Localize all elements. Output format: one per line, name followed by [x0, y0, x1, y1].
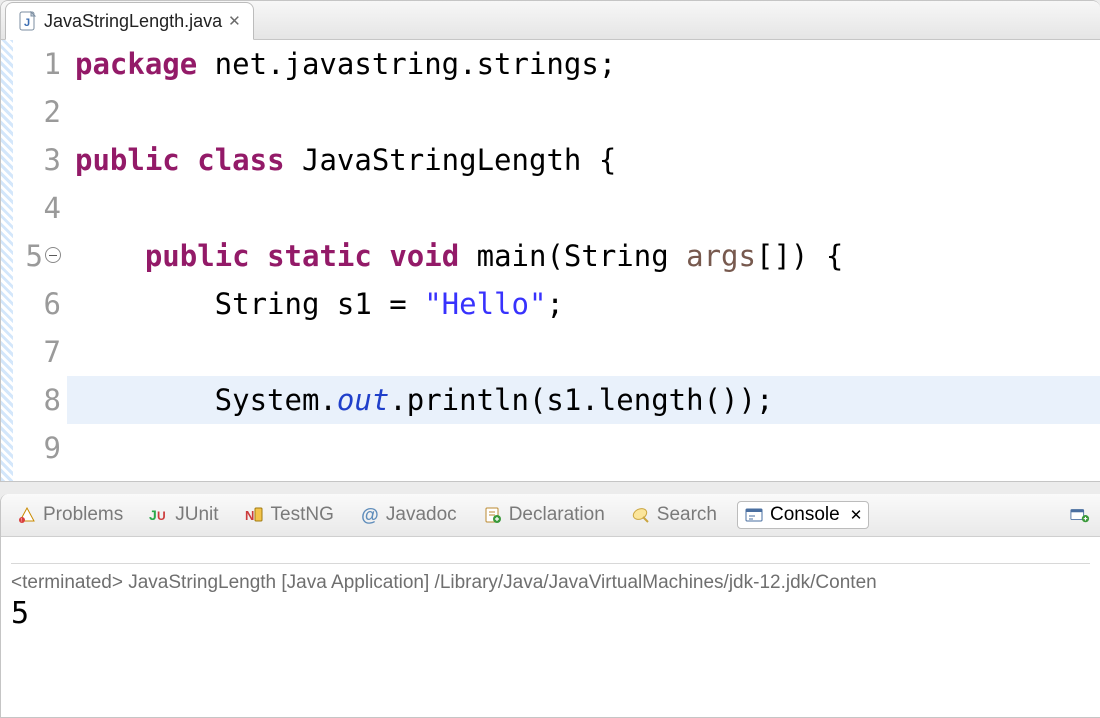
line-number: 3: [13, 136, 61, 184]
open-console-icon[interactable]: [1070, 505, 1090, 525]
tab-console[interactable]: Console ✕: [737, 501, 869, 529]
editor-tabbar: J JavaStringLength.java ✕: [1, 1, 1100, 40]
line-number: 7: [13, 328, 61, 376]
tab-label: Javadoc: [386, 504, 457, 526]
code-line[interactable]: package net.javastring.strings;: [67, 40, 1100, 88]
code-line[interactable]: public class JavaStringLength {: [67, 136, 1100, 184]
tab-label: Console: [770, 504, 840, 526]
editor-region: J JavaStringLength.java ✕ 1 2 3 4 5 6 7 …: [0, 0, 1100, 482]
tab-search[interactable]: Search: [625, 502, 723, 528]
bottom-tabbar: ! Problems JU JUnit N TestNG @ Javadoc: [1, 494, 1100, 537]
tab-label: Declaration: [509, 504, 605, 526]
code-line[interactable]: System.out.println(s1.length());: [67, 376, 1100, 424]
bottom-panel: ! Problems JU JUnit N TestNG @ Javadoc: [0, 494, 1100, 718]
tab-label: JUnit: [175, 504, 218, 526]
fold-collapse-icon[interactable]: [45, 247, 61, 263]
search-icon: [631, 505, 651, 525]
code-line[interactable]: String s1 = "Hello";: [67, 280, 1100, 328]
line-number: 8: [13, 376, 61, 424]
fold-strip: [1, 40, 13, 481]
panel-actions: [1070, 505, 1090, 525]
code-line[interactable]: [67, 424, 1100, 472]
code-body[interactable]: package net.javastring.strings; public c…: [67, 40, 1100, 481]
console-body[interactable]: <terminated> JavaStringLength [Java Appl…: [1, 537, 1100, 717]
line-number-gutter: 1 2 3 4 5 6 7 8 9: [13, 40, 67, 481]
declaration-icon: [483, 505, 503, 525]
close-icon[interactable]: ✕: [228, 12, 241, 30]
problems-icon: !: [17, 505, 37, 525]
close-icon[interactable]: ✕: [850, 506, 863, 524]
tab-problems[interactable]: ! Problems: [11, 502, 129, 528]
editor-tab-filename: JavaStringLength.java: [44, 11, 222, 32]
tab-label: TestNG: [271, 504, 334, 526]
tab-javadoc[interactable]: @ Javadoc: [354, 502, 463, 528]
code-line[interactable]: [67, 184, 1100, 232]
tab-testng[interactable]: N TestNG: [239, 502, 340, 528]
line-number: 4: [13, 184, 61, 232]
svg-text:J: J: [149, 507, 157, 523]
code-line[interactable]: [67, 88, 1100, 136]
line-number: 6: [13, 280, 61, 328]
svg-text:N: N: [245, 508, 254, 523]
tab-junit[interactable]: JU JUnit: [143, 502, 224, 528]
console-status-line: <terminated> JavaStringLength [Java Appl…: [11, 563, 1090, 594]
testng-icon: N: [245, 505, 265, 525]
java-file-icon: J: [18, 11, 38, 31]
tab-label: Search: [657, 504, 717, 526]
code-line[interactable]: [67, 328, 1100, 376]
editor-tab-file[interactable]: J JavaStringLength.java ✕: [5, 2, 254, 40]
junit-icon: JU: [149, 505, 169, 525]
tab-declaration[interactable]: Declaration: [477, 502, 611, 528]
svg-text:!: !: [21, 518, 22, 524]
svg-text:U: U: [157, 509, 166, 523]
code-editor[interactable]: 1 2 3 4 5 6 7 8 9 package net.javastring…: [1, 40, 1100, 481]
tab-label: Problems: [43, 504, 123, 526]
line-number: 5: [13, 232, 61, 280]
code-line[interactable]: public static void main(String args[]) {: [67, 232, 1100, 280]
line-number: 1: [13, 40, 61, 88]
javadoc-icon: @: [360, 505, 380, 525]
svg-text:J: J: [24, 17, 30, 29]
line-number: 2: [13, 88, 61, 136]
line-number: 9: [13, 424, 61, 472]
console-output-line: 5: [11, 594, 1090, 634]
console-icon: [744, 505, 764, 525]
